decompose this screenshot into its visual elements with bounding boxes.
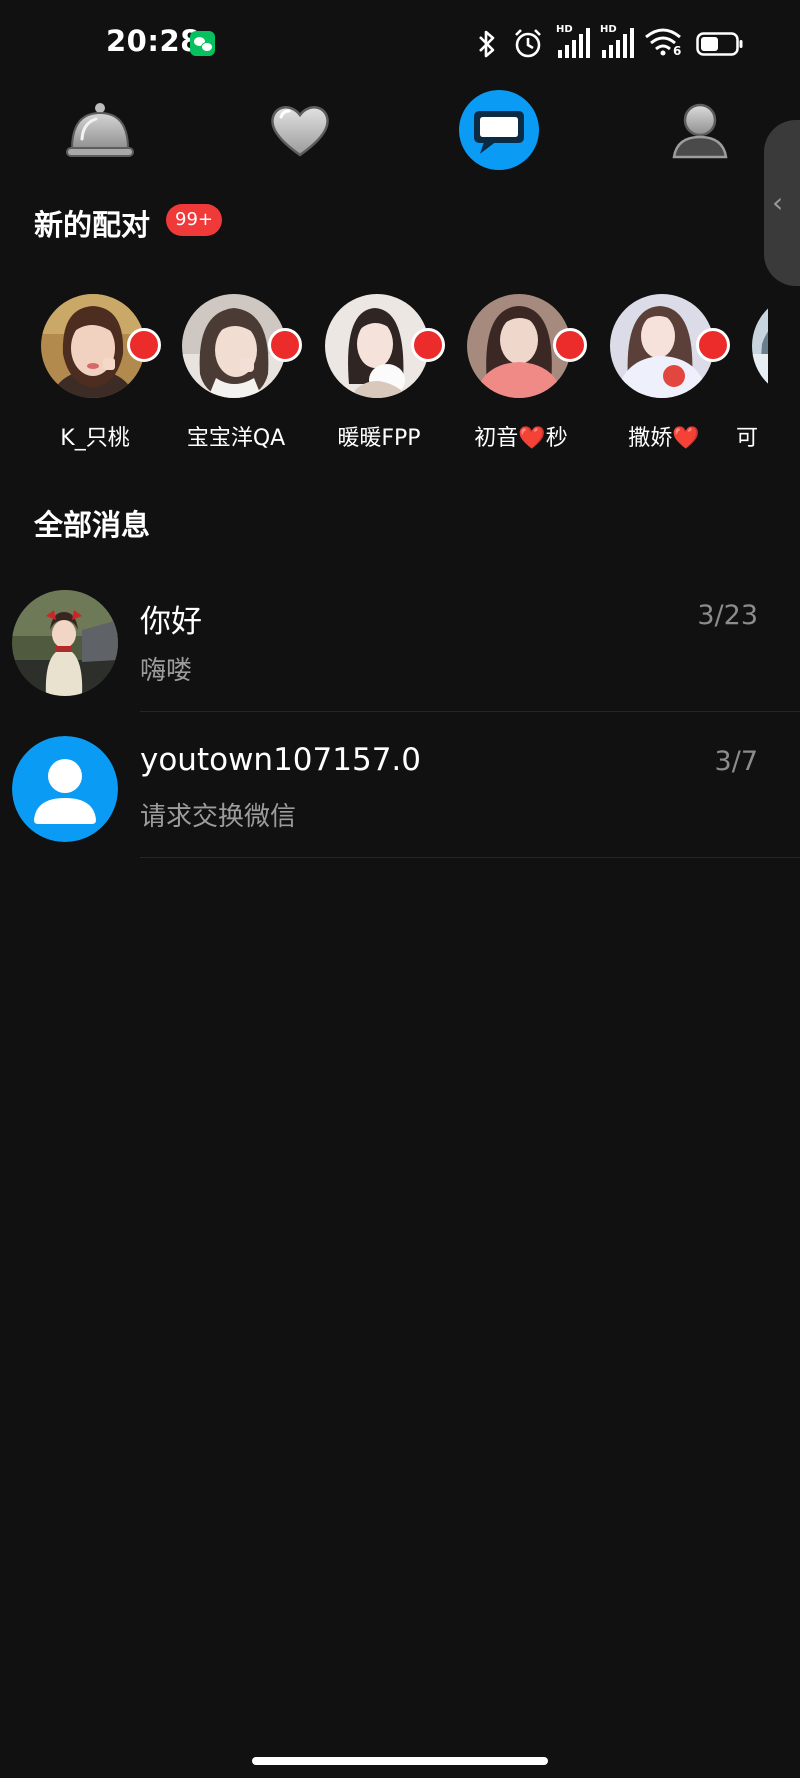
status-time: 20:28 [106, 24, 201, 58]
match-avatar [752, 294, 768, 398]
tab-profile[interactable] [660, 90, 740, 170]
divider [140, 857, 800, 858]
tab-messages[interactable] [459, 90, 539, 170]
match-name: 撒娇❤️ [628, 426, 700, 451]
alarm-icon [515, 29, 541, 58]
battery-icon [696, 32, 743, 56]
conversation-name: 你好 [140, 604, 202, 640]
online-indicator [696, 328, 730, 362]
messages-screen: 20:28 HD HD 6 ‹ 新的配对 99+ K_只桃 宝宝洋QA 暖暖FP… [0, 0, 800, 1778]
bluetooth-icon [479, 30, 495, 58]
conversation-avatar [12, 590, 118, 696]
tab-likes[interactable] [260, 90, 340, 170]
online-indicator [553, 328, 587, 362]
match-name: 初音❤️秒 [474, 426, 568, 451]
conversation-name: youtown107157.0 [140, 742, 421, 778]
conversation-item[interactable]: youtown107157.0 3/7 请求交换微信 [0, 726, 800, 872]
top-nav [0, 90, 800, 170]
new-matches-title: 新的配对 [34, 208, 151, 242]
all-messages-title: 全部消息 [34, 508, 151, 542]
home-indicator[interactable] [252, 1757, 548, 1765]
signal-hd-icon: HD [556, 24, 592, 60]
signal-hd-icon: HD [600, 24, 636, 60]
conversation-avatar [12, 736, 118, 842]
cloche-icon [66, 103, 134, 157]
new-matches-row[interactable]: K_只桃 宝宝洋QA 暖暖FPP 初音❤️秒 撒娇❤️ 可 [0, 292, 768, 462]
match-name: 宝宝洋QA [186, 426, 286, 451]
chevron-left-icon: ‹ [772, 186, 784, 219]
conversation-item[interactable]: 你好 3/23 嗨喽 [0, 580, 800, 726]
wifi-icon: 6 [644, 26, 684, 60]
tab-messages-active-bg [459, 90, 539, 170]
status-bar: 20:28 HD HD 6 [0, 0, 800, 90]
online-indicator [268, 328, 302, 362]
divider [140, 711, 800, 712]
conversation-date: 3/7 [714, 746, 758, 777]
wechat-icon [190, 31, 215, 56]
conversation-date: 3/23 [697, 600, 758, 631]
conversation-preview: 请求交换微信 [140, 802, 297, 832]
conversation-preview: 嗨喽 [140, 656, 193, 686]
match-name: 可 [736, 426, 759, 451]
chat-bubble-icon [474, 111, 524, 154]
tab-discover[interactable] [60, 90, 140, 170]
default-avatar-icon [12, 736, 118, 842]
online-indicator [411, 328, 445, 362]
online-indicator [127, 328, 161, 362]
new-matches-badge: 99+ [166, 204, 222, 236]
profile-icon [672, 103, 728, 159]
heart-icon [271, 106, 329, 157]
match-name: K_只桃 [60, 426, 130, 451]
wifi-label: 6 [673, 44, 682, 58]
status-icons: HD HD 6 [474, 24, 744, 64]
side-drawer-handle[interactable]: ‹ [764, 120, 800, 286]
match-name: 暖暖FPP [337, 426, 421, 451]
